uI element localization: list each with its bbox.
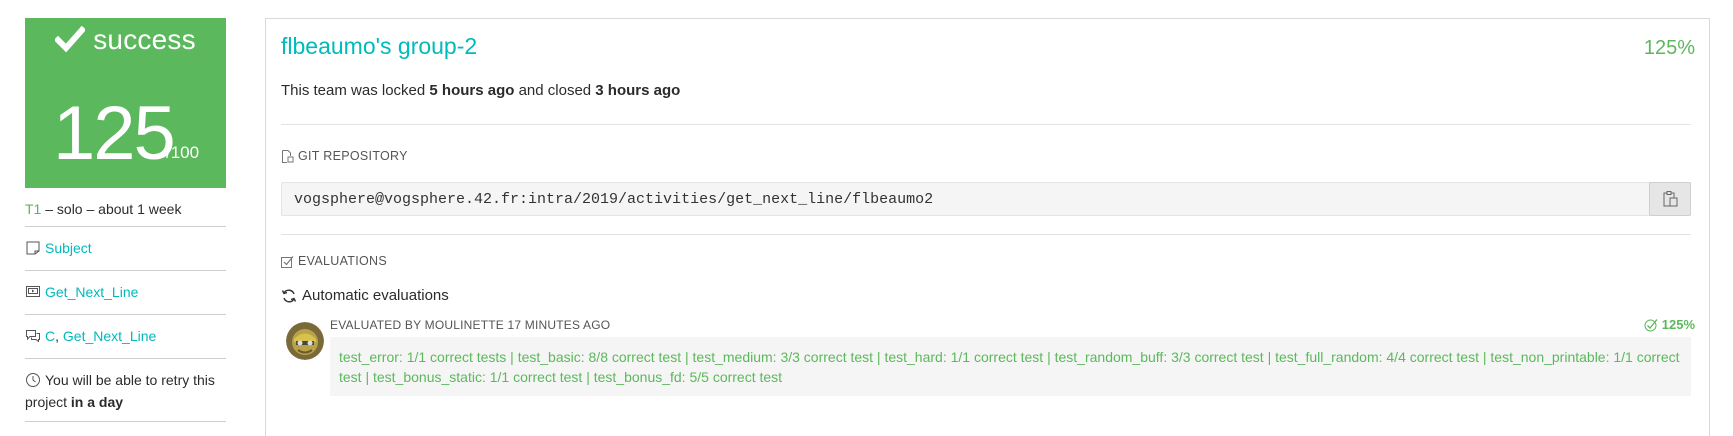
document-icon [26,241,40,255]
evaluated-by: EVALUATED BY MOULINETTE 17 MINUTES AGO [330,318,611,332]
refresh-icon [281,289,297,302]
automatic-evaluations-label: Automatic evaluations [302,287,449,304]
clock-icon [26,373,40,387]
score-max: /100 [166,143,200,162]
evaluations-heading: EVALUATIONS [281,254,387,268]
git-repository-heading: GIT REPOSITORY [281,149,408,163]
checkbox-icon [1644,318,1658,331]
project-video-link[interactable]: Get_Next_Line [45,282,138,302]
lock-prefix: This team was locked [281,82,430,99]
evaluator-avatar[interactable] [286,322,324,360]
team-score: 125% [1643,37,1695,59]
evaluation-percent: 125% [1661,317,1695,332]
closed-time: 3 hours ago [595,82,681,99]
team-title[interactable]: flbeaumo's group-2 [281,33,477,60]
final-score: 125 [53,91,176,176]
evaluation-results: test_error: 1/1 correct tests | test_bas… [330,337,1691,396]
forum-separator: , [55,328,63,344]
forum-project-link[interactable]: Get_Next_Line [63,328,156,344]
project-meta-text: – solo – about 1 week [41,201,182,217]
project-meta: T1 – solo – about 1 week [25,201,226,227]
status-card: success 125 /100 [25,18,226,188]
team-panel: flbeaumo's group-2 125% This team was lo… [265,18,1710,436]
chat-icon [26,330,40,343]
retry-delay: in a day [70,394,124,410]
project-sidebar: success 125 /100 T1 – solo – about 1 wee… [25,18,226,422]
locked-time: 5 hours ago [429,82,515,99]
forum-language-link[interactable]: C [45,328,55,344]
copy-repository-button[interactable] [1649,182,1691,216]
automatic-evaluations-title: Automatic evaluations [281,287,449,304]
retry-info: You will be able to retry this project i… [25,359,226,422]
check-icon [55,25,86,53]
status-header: success [25,24,226,56]
project-link-row: Get_Next_Line [25,271,226,315]
status-label: success [93,24,196,55]
evaluations-label: EVALUATIONS [298,254,387,268]
evaluation-score: 125% [1644,317,1695,332]
divider [281,124,1691,125]
subject-link[interactable]: Subject [45,238,92,258]
repository-url-box[interactable]: vogsphere@vogsphere.42.fr:intra/2019/act… [281,182,1691,216]
project-tier: T1 [25,201,42,217]
forum-link-row: C, Get_Next_Line [25,315,226,359]
clipboard-icon [1663,191,1678,207]
git-repository-label: GIT REPOSITORY [298,149,408,163]
subject-link-row: Subject [25,227,226,271]
divider [281,234,1691,235]
repository-url[interactable]: vogsphere@vogsphere.42.fr:intra/2019/act… [294,191,933,208]
file-icon [282,149,294,163]
video-icon [26,286,40,297]
checkbox-icon [281,255,294,268]
lock-mid: and closed [514,82,596,99]
team-lock-status: This team was locked 5 hours ago and clo… [281,82,680,99]
